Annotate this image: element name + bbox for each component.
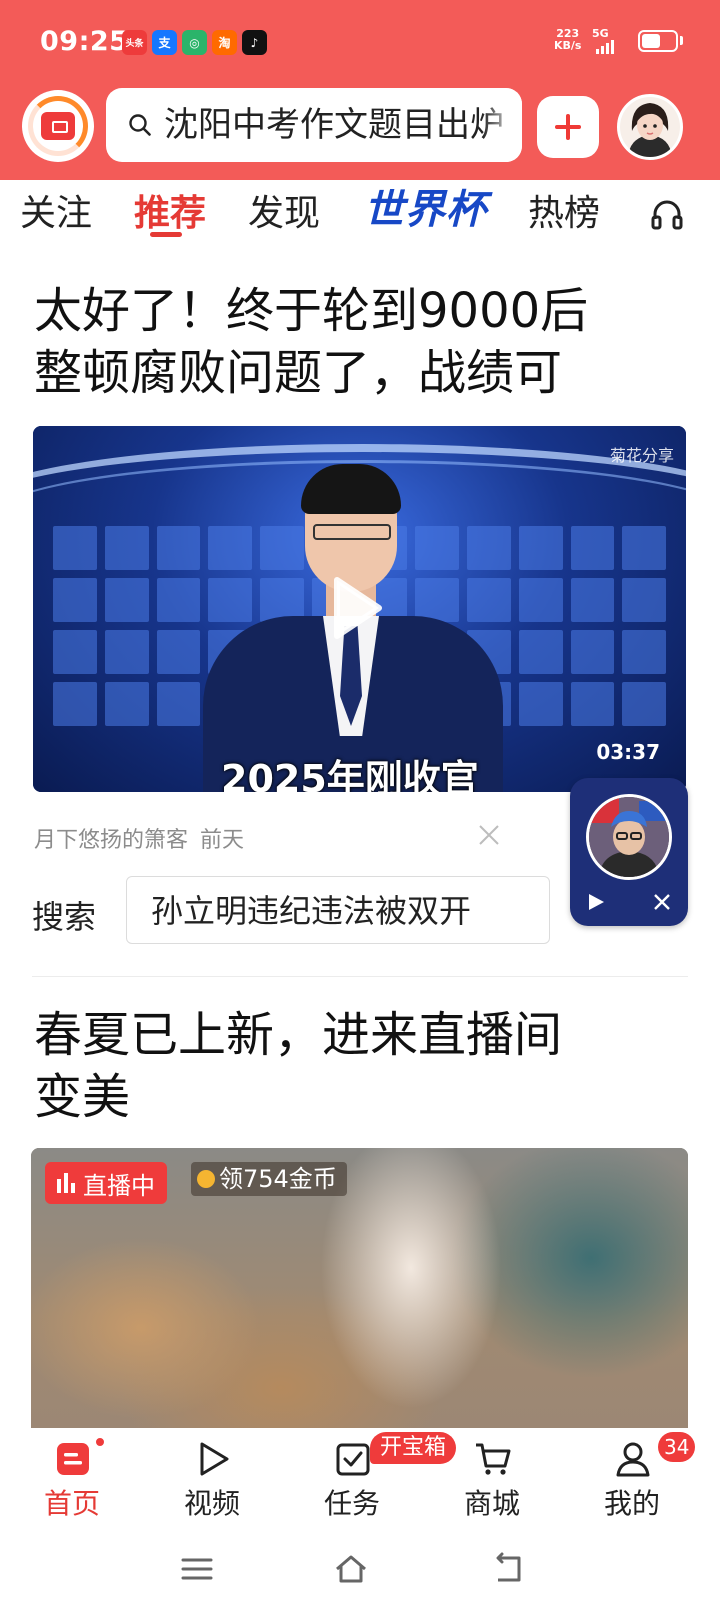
video-duration: 03:37 bbox=[596, 740, 660, 764]
status-app-icons: 头条 支 ◎ 淘 ♪ bbox=[122, 30, 267, 55]
play-icon[interactable] bbox=[329, 574, 385, 642]
active-tab-indicator bbox=[150, 232, 182, 237]
post-time: 前天 bbox=[200, 828, 245, 853]
nav-task-label: 任务 bbox=[323, 1487, 380, 1520]
video-play-icon bbox=[200, 1442, 229, 1476]
search-fade bbox=[482, 88, 522, 162]
live-bars-icon bbox=[57, 1173, 75, 1193]
related-search-label: 搜索 bbox=[32, 898, 97, 936]
live-badge-label: 直播中 bbox=[83, 1171, 155, 1200]
battery-cap bbox=[680, 36, 683, 45]
floating-mini-player[interactable] bbox=[570, 778, 688, 926]
logo-box-icon bbox=[41, 112, 75, 140]
search-placeholder: 沈阳中考作文题目出炉 bbox=[164, 105, 504, 145]
dislike-close-icon[interactable] bbox=[478, 824, 500, 846]
mini-player-play-icon[interactable] bbox=[586, 892, 606, 912]
nav-home[interactable]: 首页 bbox=[12, 1428, 132, 1528]
video-thumbnail[interactable]: 菊花分享 2025年刚收官 03:37 bbox=[33, 426, 686, 792]
search-icon bbox=[129, 114, 151, 136]
related-search-chip[interactable]: 孙立明违纪违法被双开 bbox=[126, 876, 550, 944]
tab-recommend[interactable]: 推荐 bbox=[134, 190, 206, 238]
menu-icon[interactable] bbox=[180, 1552, 214, 1586]
profile-icon bbox=[616, 1442, 650, 1477]
nav-video[interactable]: 视频 bbox=[152, 1428, 272, 1528]
tab-hot-list[interactable]: 热榜 bbox=[528, 190, 600, 238]
home-notification-dot bbox=[94, 1436, 106, 1448]
coin-reward-tag: 领754金币 bbox=[191, 1162, 347, 1196]
article-title-line: 太好了！终于轮到9000后 bbox=[34, 283, 589, 339]
streamer-avatar-icon bbox=[589, 797, 669, 877]
live-badge: 直播中 bbox=[45, 1162, 167, 1204]
feed-divider bbox=[32, 976, 688, 977]
search-bar[interactable]: 沈阳中考作文题目出炉 bbox=[106, 88, 522, 162]
battery-icon bbox=[638, 30, 678, 52]
article-title-line: 春夏已上新，进来直播间 bbox=[34, 1007, 563, 1063]
nav-home-label: 首页 bbox=[43, 1487, 100, 1520]
channel-tabs: 关注 推荐 发现 世界杯 热榜 bbox=[0, 180, 720, 254]
author-name[interactable]: 月下悠扬的箫客 bbox=[34, 828, 188, 853]
tab-discover[interactable]: 发现 bbox=[248, 190, 320, 238]
avatar-girl-icon bbox=[620, 97, 680, 157]
article-meta: 月下悠扬的箫客 前天 bbox=[34, 822, 244, 854]
related-search-text: 孙立明违纪违法被双开 bbox=[151, 892, 472, 930]
news-anchor-glasses bbox=[313, 524, 391, 540]
treasure-box-chip[interactable]: 开宝箱 bbox=[370, 1432, 457, 1464]
article-title[interactable]: 太好了！终于轮到9000后 整顿腐败问题了，战绩可 bbox=[34, 280, 684, 404]
mini-player-close-icon[interactable] bbox=[652, 892, 672, 912]
nav-video-label: 视频 bbox=[183, 1487, 240, 1520]
video-watermark: 菊花分享 bbox=[609, 446, 674, 465]
home-button-icon[interactable] bbox=[334, 1552, 368, 1586]
back-icon[interactable] bbox=[490, 1552, 524, 1586]
profile-notification-badge: 34 bbox=[658, 1432, 696, 1462]
gold-coin-icon bbox=[197, 1170, 215, 1188]
top-header: 09:25 头条 支 ◎ 淘 ♪ 223 KB/s 5G 沈阳中考作文题目出炉 bbox=[0, 0, 720, 180]
task-check-icon bbox=[336, 1443, 370, 1476]
headphone-icon[interactable] bbox=[650, 197, 684, 231]
nav-mall-label: 商城 bbox=[463, 1487, 520, 1520]
system-navigation-bar bbox=[0, 1528, 720, 1608]
tab-follow[interactable]: 关注 bbox=[20, 190, 92, 238]
taobao-app-icon: 淘 bbox=[212, 30, 237, 55]
mini-player-avatar bbox=[586, 794, 672, 880]
live-stream-thumbnail[interactable]: 直播中 领754金币 bbox=[31, 1148, 688, 1428]
article-title-line: 变美 bbox=[34, 1069, 131, 1125]
nav-profile-label: 我的 bbox=[603, 1487, 660, 1520]
tab-world-cup[interactable]: 世界杯 bbox=[364, 186, 487, 234]
coin-reward-label: 领754金币 bbox=[219, 1165, 337, 1193]
app-logo-button[interactable] bbox=[22, 90, 94, 162]
wechat-mini-app-icon: ◎ bbox=[182, 30, 207, 55]
add-button[interactable] bbox=[537, 96, 599, 158]
bottom-navigation: 首页 视频 任务 商城 我的 bbox=[0, 1428, 720, 1528]
battery-level bbox=[642, 34, 660, 48]
video-caption: 2025年刚收官 bbox=[221, 757, 479, 792]
status-bar: 09:25 头条 支 ◎ 淘 ♪ 223 KB/s 5G bbox=[0, 0, 720, 84]
cart-icon bbox=[476, 1443, 511, 1475]
toutiao-app-icon: 头条 bbox=[122, 30, 147, 55]
network-speed-unit: KB/s bbox=[554, 39, 582, 52]
status-time: 09:25 bbox=[40, 26, 129, 57]
user-avatar[interactable] bbox=[617, 94, 683, 160]
signal-icon bbox=[596, 40, 614, 54]
article-title-line: 整顿腐败问题了，战绩可 bbox=[34, 345, 563, 401]
network-speed: 223 KB/s bbox=[554, 28, 581, 52]
alipay-app-icon: 支 bbox=[152, 30, 177, 55]
network-type: 5G bbox=[592, 27, 609, 40]
tiktok-app-icon: ♪ bbox=[242, 30, 267, 55]
article-title[interactable]: 春夏已上新，进来直播间 变美 bbox=[34, 1004, 684, 1128]
home-icon bbox=[57, 1443, 89, 1475]
